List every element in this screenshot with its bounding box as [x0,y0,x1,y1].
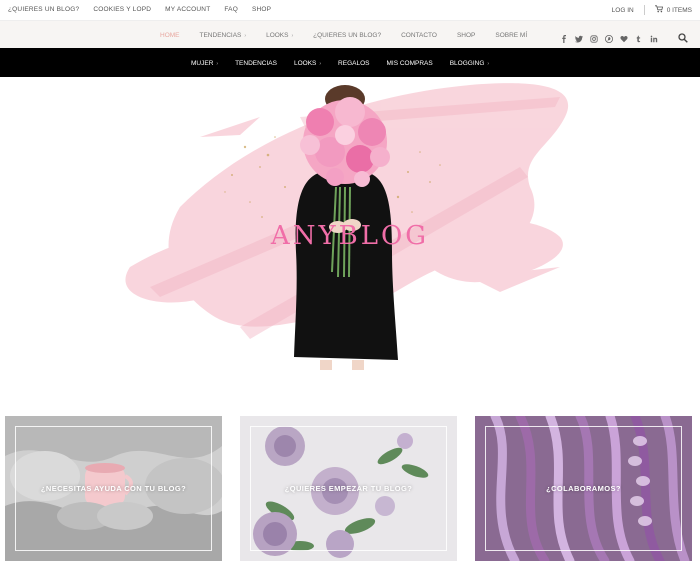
site-logo[interactable]: ANYBLOG [0,221,700,251]
category-item-mujer[interactable]: MUJER › [191,60,218,67]
nav-item-label: ¿QUIERES UN BLOG? [313,32,382,39]
nav-item-label: HOME [160,32,180,39]
card-blog-help[interactable]: ¿NECESITAS AYUDA CON TU BLOG? [5,416,222,561]
hero-banner: ANYBLOG [0,77,700,397]
nav-item-home[interactable]: HOME [160,32,180,39]
category-item-mis-compras[interactable]: MIS COMPRAS [386,60,432,67]
social-icons [560,30,658,43]
nav-item-label: CONTACTO [401,32,437,39]
nav-item-label: LOOKS [266,32,289,39]
pinterest-icon[interactable] [605,30,613,43]
top-link-quieres-blog[interactable]: ¿QUIERES UN BLOG? [8,6,79,13]
feature-cards: ¿NECESITAS AYUDA CON TU BLOG? ¿QUIERES E… [0,416,700,561]
nav-item-tendencias[interactable]: TENDENCIAS › [200,32,247,39]
top-bar: ¿QUIERES UN BLOG? COOKIES Y LOPD MY ACCO… [0,0,700,20]
main-nav-items: HOME TENDENCIAS › LOOKS › ¿QUIERES UN BLOG? CO… [160,32,527,39]
login-link[interactable]: LOG IN [612,7,634,14]
category-nav: MUJER › TENDENCIAS LOOKS › REGALOS MIS COMPRAS… [0,48,700,77]
category-item-blogging[interactable]: BLOGGING › [450,60,489,67]
nav-item-label: SHOP [456,32,476,39]
card-label: ¿NECESITAS AYUDA CON TU BLOG? [40,484,187,493]
linkedin-icon[interactable] [650,30,658,43]
card-collaborate[interactable]: ¿COLABORAMOS? [475,416,692,561]
divider [643,5,645,15]
nav-item-label: TENDENCIAS [199,32,242,39]
top-link-my-account[interactable]: MY ACCOUNT [165,6,210,13]
nav-item-looks[interactable]: LOOKS › [266,32,293,39]
chevron-right-icon: › [291,33,294,39]
category-item-label: MUJER [191,60,214,67]
instagram-icon[interactable] [590,30,598,43]
nav-item-contacto[interactable]: CONTACTO [401,32,437,39]
nav-item-label: SOBRE MÍ [495,32,528,39]
facebook-icon[interactable] [560,30,568,43]
category-item-label: REGALOS [338,60,370,67]
tumblr-icon[interactable] [635,30,643,43]
top-link-shop[interactable]: SHOP [252,6,271,13]
search-icon[interactable] [678,30,688,43]
cart-icon [654,5,663,15]
chevron-right-icon: › [487,61,490,67]
heart-icon[interactable] [620,30,628,43]
card-start-blog[interactable]: ¿QUIERES EMPEZAR TU BLOG? [240,416,457,561]
chevron-right-icon: › [244,33,247,39]
category-item-label: MIS COMPRAS [386,60,433,67]
nav-item-sobre-m[interactable]: SOBRE MÍ [495,32,527,39]
category-item-label: LOOKS [293,60,317,67]
account-area: LOG IN 0 ITEMS [612,5,692,15]
category-item-label: TENDENCIAS [235,60,277,67]
cart-link[interactable]: 0 ITEMS [654,5,692,15]
top-link-cookies[interactable]: COOKIES Y LOPD [93,6,151,13]
card-label: ¿COLABORAMOS? [546,484,621,493]
category-item-regalos[interactable]: REGALOS [338,60,369,67]
top-link-faq[interactable]: FAQ [224,6,238,13]
nav-item-quieres-un-blog[interactable]: ¿QUIERES UN BLOG? [313,32,381,39]
chevron-right-icon: › [216,61,219,67]
card-label: ¿QUIERES EMPEZAR TU BLOG? [284,484,413,493]
top-links: ¿QUIERES UN BLOG? COOKIES Y LOPD MY ACCO… [8,6,271,13]
cart-count: 0 ITEMS [666,6,692,14]
category-item-label: BLOGGING [449,60,485,67]
category-nav-items: MUJER › TENDENCIAS LOOKS › REGALOS MIS COMPRAS… [191,60,489,67]
category-item-looks[interactable]: LOOKS › [294,60,321,67]
main-nav: HOME TENDENCIAS › LOOKS › ¿QUIERES UN BLOG? CO… [0,20,700,49]
nav-item-shop[interactable]: SHOP [457,32,475,39]
twitter-icon[interactable] [575,30,583,43]
chevron-right-icon: › [319,61,322,67]
category-item-tendencias[interactable]: TENDENCIAS [235,60,277,67]
